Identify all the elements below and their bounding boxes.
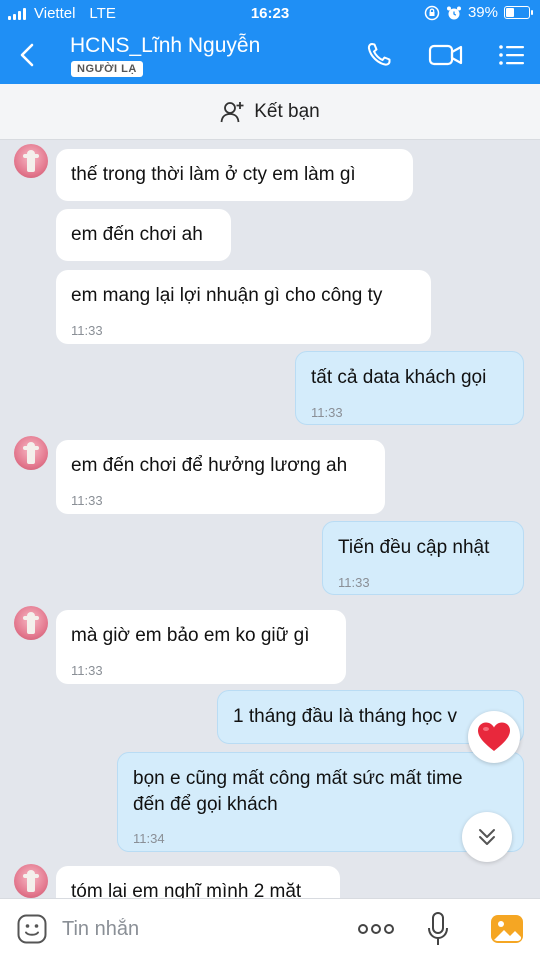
battery-fill bbox=[506, 8, 514, 17]
message-text: tất cả data khách gọi bbox=[311, 367, 487, 388]
message-time: 11:33 bbox=[71, 663, 103, 678]
alarm-icon bbox=[446, 6, 461, 19]
message-list[interactable]: thế trong thời làm ở cty em làm gì em đế… bbox=[0, 140, 540, 898]
contact-avatar[interactable] bbox=[14, 436, 48, 470]
top-bar: Viettel LTE 16:23 39% HCNS_Lĩnh Nguyễn N… bbox=[0, 0, 540, 84]
add-friend-icon bbox=[220, 101, 244, 122]
menu-icon[interactable] bbox=[496, 40, 528, 70]
message-text: 1 tháng đầu là tháng học v bbox=[233, 706, 457, 727]
message-time: 11:33 bbox=[71, 323, 103, 338]
video-call-icon[interactable] bbox=[428, 40, 464, 70]
stranger-badge: NGƯỜI LẠ bbox=[71, 61, 143, 77]
message-text-line: đến để gọi khách bbox=[133, 794, 278, 815]
message-time: 11:33 bbox=[311, 405, 343, 420]
chat-header: HCNS_Lĩnh Nguyễn NGƯỜI LẠ bbox=[0, 28, 540, 84]
microphone-icon[interactable] bbox=[426, 911, 450, 947]
double-chevron-down-icon bbox=[479, 829, 495, 845]
message-text: em đến chơi ah bbox=[71, 224, 203, 245]
battery-icon bbox=[504, 6, 533, 19]
photo-gallery-icon[interactable] bbox=[490, 913, 524, 945]
more-options-icon[interactable] bbox=[356, 917, 396, 941]
message-time: 11:33 bbox=[71, 493, 103, 508]
message-text: thế trong thời làm ở cty em làm gì bbox=[71, 164, 356, 185]
battery-percent: 39% bbox=[467, 4, 498, 21]
message-text: Tiến đều cập nhật bbox=[338, 537, 490, 558]
phone-call-icon[interactable] bbox=[364, 40, 396, 70]
contact-name[interactable]: HCNS_Lĩnh Nguyễn bbox=[70, 34, 260, 58]
add-friend-bar[interactable]: Kết bạn bbox=[0, 84, 540, 140]
scroll-to-bottom-button[interactable] bbox=[462, 812, 512, 862]
message-input-bar bbox=[0, 898, 540, 960]
message-bubble-incoming[interactable]: tóm lại em nghĩ mình 2 mặt bbox=[56, 866, 340, 898]
status-right: 39% bbox=[424, 4, 533, 21]
message-bubble-outgoing[interactable]: tất cả data khách gọi 11:33 bbox=[295, 351, 524, 425]
status-bar: Viettel LTE 16:23 39% bbox=[0, 0, 540, 28]
reaction-button[interactable] bbox=[468, 711, 520, 763]
message-time: 11:34 bbox=[133, 831, 165, 846]
message-bubble-incoming[interactable]: em đến chơi ah bbox=[56, 209, 231, 261]
heart-icon bbox=[478, 722, 510, 751]
message-time: 11:33 bbox=[338, 575, 370, 590]
message-text-line: bọn e cũng mất công mất sức mất time bbox=[133, 768, 463, 789]
message-bubble-incoming[interactable]: thế trong thời làm ở cty em làm gì bbox=[56, 149, 413, 201]
message-text: em mang lại lợi nhuận gì cho công ty bbox=[71, 285, 383, 306]
sticker-icon[interactable] bbox=[16, 913, 48, 945]
message-text: mà giờ em bảo em ko giữ gì bbox=[71, 625, 310, 646]
message-bubble-incoming[interactable]: em mang lại lợi nhuận gì cho công ty 11:… bbox=[56, 270, 431, 344]
message-bubble-incoming[interactable]: em đến chơi để hưởng lương ah 11:33 bbox=[56, 440, 385, 514]
rotation-lock-icon bbox=[424, 5, 440, 20]
contact-avatar[interactable] bbox=[14, 606, 48, 640]
message-bubble-incoming[interactable]: mà giờ em bảo em ko giữ gì 11:33 bbox=[56, 610, 346, 684]
message-text: tóm lại em nghĩ mình 2 mặt bbox=[71, 881, 302, 898]
back-arrow-icon[interactable] bbox=[14, 40, 42, 70]
message-text: em đến chơi để hưởng lương ah bbox=[71, 455, 348, 476]
contact-avatar[interactable] bbox=[14, 144, 48, 178]
message-bubble-outgoing[interactable]: Tiến đều cập nhật 11:33 bbox=[322, 521, 524, 595]
message-input[interactable] bbox=[62, 913, 332, 945]
add-friend-label: Kết bạn bbox=[254, 100, 320, 122]
contact-avatar[interactable] bbox=[14, 864, 48, 898]
